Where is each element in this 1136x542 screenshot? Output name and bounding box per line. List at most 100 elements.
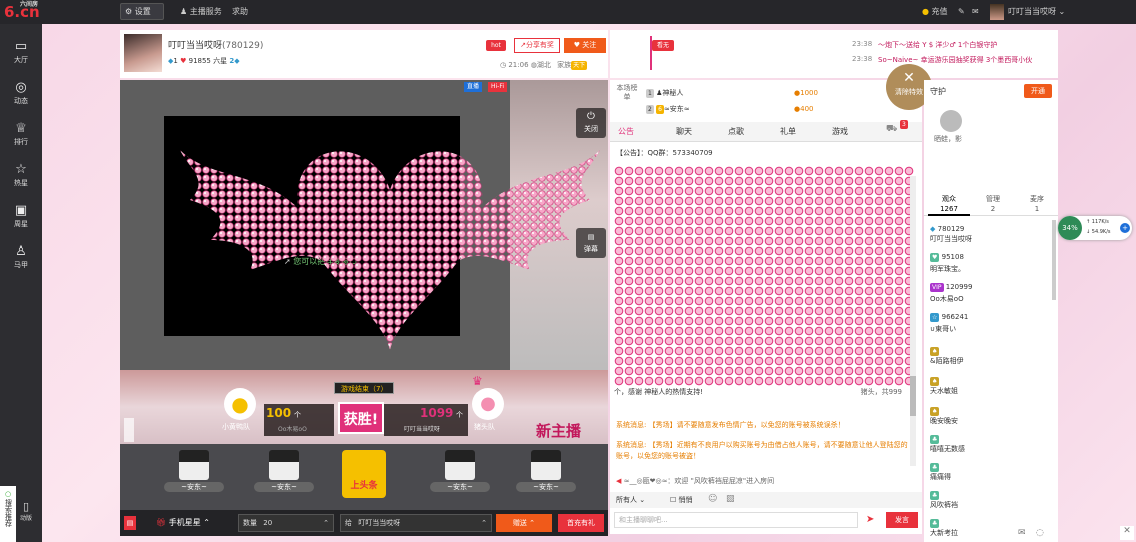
host-service-link[interactable]: ♟ 主播服务 xyxy=(180,5,222,19)
tab-admins[interactable]: 管理 2 xyxy=(972,194,1014,214)
gift-send-bar: ▤ 🎁︎ 手机星星 ⌃ 数量 20 ⌃ 给 叮叮当当哎呀 ⌃ 赠送 ⌃ 首充有礼 xyxy=(120,510,608,536)
tab-notice[interactable]: 公告 xyxy=(618,122,634,142)
host-levels: ◆1 ♥ 91855 六星 2◆ xyxy=(168,57,240,65)
quantity-input[interactable]: 数量 20 ⌃ xyxy=(238,514,334,532)
chat-input[interactable]: 和主播聊聊吧... xyxy=(614,512,858,528)
list-item[interactable]: 嘻嘻无数感 xyxy=(930,442,1054,456)
tab-viewers[interactable]: 观众 1267 xyxy=(928,194,970,216)
mail-icon[interactable]: ✉ xyxy=(1018,528,1026,538)
sidebar-item-lobby[interactable]: ▭ 大厅 xyxy=(0,38,42,72)
chevron-up-icon: ⌃ xyxy=(323,519,329,527)
settings-button[interactable]: ⚙ 设置 xyxy=(120,3,164,20)
guard-avatar[interactable] xyxy=(940,110,962,132)
sidebar-item-week[interactable]: ▣ 周星 xyxy=(0,202,42,236)
banner-flag: 看无 xyxy=(652,40,674,51)
recommend-icon: ○ xyxy=(4,490,12,498)
list-item[interactable]: 叮叮当当哎呀 xyxy=(930,232,1054,246)
tab-songs[interactable]: 点歌 xyxy=(728,122,744,142)
chat-scrollbar[interactable] xyxy=(910,176,916,466)
close-icon[interactable]: ✕ xyxy=(1120,526,1134,540)
list-item[interactable]: ∪東哥い xyxy=(930,322,1054,336)
system-message: 系统消息: 【秀场】近期有不良用户以购买账号为由借占他人账号，请不要随意让他人登… xyxy=(616,441,908,460)
viewer-scrollbar[interactable] xyxy=(1052,220,1056,300)
crown-icon: ♛ xyxy=(472,374,483,388)
chat-send-button[interactable]: 发言 xyxy=(886,512,918,528)
guard-open-button[interactable]: 开通 xyxy=(1024,84,1052,98)
gift-slot[interactable]: ~安东~ xyxy=(254,450,314,504)
emoji-icon[interactable]: ☺ xyxy=(708,494,717,504)
rank-title: 本场榜单 xyxy=(616,84,638,101)
sidebar-item-vest[interactable]: ♙ 马甲 xyxy=(0,243,42,277)
speaker-icon: ◀ xyxy=(616,477,622,485)
send-gift-button[interactable]: 赠送 ⌃ xyxy=(496,514,552,532)
viewer-tabs: 观众 1267 管理 2 麦序 1 xyxy=(924,192,1058,216)
edit-icon[interactable]: ✎ xyxy=(958,5,965,19)
search-recommend-tab[interactable]: ○ 搜索推荐 xyxy=(0,486,16,542)
pig-icon: ● xyxy=(472,388,504,420)
team-right-name: 猪头队 xyxy=(474,423,495,431)
follow-button[interactable]: ♥ 关注 xyxy=(564,38,606,53)
to-all-select[interactable]: 所有人 ⌄ xyxy=(616,495,645,505)
team-left-score-box: 100 个 Oo木易oO xyxy=(264,404,334,436)
car-icon[interactable]: ⛟ xyxy=(886,124,897,135)
announcement: 【公告】：QQ群：573340709 xyxy=(616,149,713,157)
list-item[interactable]: 风吹裤裆 xyxy=(930,498,1054,512)
chevron-up-icon: ⌃ xyxy=(203,518,210,527)
user-avatar[interactable] xyxy=(990,4,1004,20)
package-icon[interactable]: ▤ xyxy=(124,516,136,530)
recipient-select[interactable]: 给 叮叮当当哎呀 ⌃ xyxy=(340,514,492,532)
gift-thanks-line: 个，感谢 神秘人的热情支持! 猪头，共999 xyxy=(614,386,914,398)
rank-row[interactable]: 1 ♟神秘人 ●1000 xyxy=(646,86,886,100)
chat-bubble-icon[interactable]: ◌ xyxy=(1036,528,1044,538)
gear-icon: ⚙ xyxy=(125,7,133,16)
help-link[interactable]: 求助 xyxy=(232,5,248,19)
guard-title: 守护 xyxy=(930,87,946,96)
download-speed: ↓ 54.9K/s xyxy=(1086,229,1111,235)
mic-icon[interactable] xyxy=(124,418,134,442)
list-item[interactable]: 明军珠宝。 xyxy=(930,262,1054,276)
username-menu[interactable]: 叮叮当当哎呀 ⌄ xyxy=(1008,5,1065,19)
win-badge: 获胜! xyxy=(338,402,384,434)
close-icon: ✕ xyxy=(903,70,915,86)
list-item[interactable]: 痛痛得 xyxy=(930,470,1054,484)
notice-text-2: So~Naive~ 幸运游乐园抽奖获得 3个墨西哥小伙 xyxy=(878,56,1033,64)
share-button[interactable]: ↗分享有奖 xyxy=(514,38,560,53)
list-item[interactable]: Oo木易oO xyxy=(930,292,1054,306)
first-recharge-button[interactable]: 首充有礼 xyxy=(558,514,604,532)
host-avatar[interactable] xyxy=(124,34,162,72)
gift-slot[interactable]: ~安东~ xyxy=(516,450,576,504)
gift-slot[interactable]: ~安东~ xyxy=(164,450,224,504)
tab-mic-queue[interactable]: 麦序 1 xyxy=(1016,194,1058,214)
right-panel: 守护 开通 晒蛙，影 观众 1267 管理 2 麦序 1 ◆ 780129 叮叮当当哎… xyxy=(924,80,1058,542)
sidebar-item-rank[interactable]: ♕ 排行 xyxy=(0,120,42,154)
tab-chat[interactable]: 聊天 xyxy=(676,122,692,142)
private-checkbox[interactable]: ☐ 悄悄 xyxy=(670,495,693,505)
tv-icon: ▭ xyxy=(14,39,28,54)
chat-options-row: 所有人 ⌄ ☐ 悄悄 ☺ ▧ xyxy=(610,492,922,508)
network-speed-widget[interactable]: 34% ↑ 117K/s ↓ 54.9K/s + xyxy=(1058,216,1132,240)
mobile-version-link[interactable]: ▯ 动版 xyxy=(16,500,36,530)
coin-count: ●1000 xyxy=(794,89,818,97)
list-item[interactable]: &陌路相伊 xyxy=(930,354,1054,368)
speed-percent: 34% xyxy=(1058,216,1082,240)
mail-icon[interactable]: ✉ xyxy=(972,5,979,19)
list-item[interactable]: 晚安晚安 xyxy=(930,414,1054,428)
image-icon[interactable]: ▧ xyxy=(726,494,735,504)
star-icon: ☆ xyxy=(15,162,27,177)
sidebar-item-feed[interactable]: ◎ 动态 xyxy=(0,79,42,113)
gift-icon: 🎁︎ xyxy=(156,518,167,527)
headline-gift-button[interactable]: 上头条 xyxy=(342,450,386,498)
phone-star-button[interactable]: 🎁︎ 手机星星 ⌃ xyxy=(156,517,210,528)
gift-slot[interactable]: ~安东~ xyxy=(430,450,490,504)
list-item[interactable]: 天水敏姐 xyxy=(930,384,1054,398)
recharge-link[interactable]: ● 充值 xyxy=(922,5,948,19)
plus-icon: + xyxy=(1120,223,1130,233)
rank-row[interactable]: 2 6 ≈安东≈ ●400 xyxy=(646,102,886,116)
hifi-badge: Hi-Fi xyxy=(488,82,508,92)
tab-games[interactable]: 游戏 xyxy=(832,122,848,142)
sidebar-item-hot[interactable]: ☆ 热星 xyxy=(0,161,42,195)
notice-time-2: 23:38 xyxy=(852,55,873,63)
site-logo[interactable]: 六间房 6.cn xyxy=(4,1,44,23)
enter-room-message: ◀ ≈__◎瓯❤◎≈：欢迎 "风吹裤裆屁屁凉"进入房间 xyxy=(616,477,775,485)
tab-gifts[interactable]: 礼单 xyxy=(780,122,796,142)
